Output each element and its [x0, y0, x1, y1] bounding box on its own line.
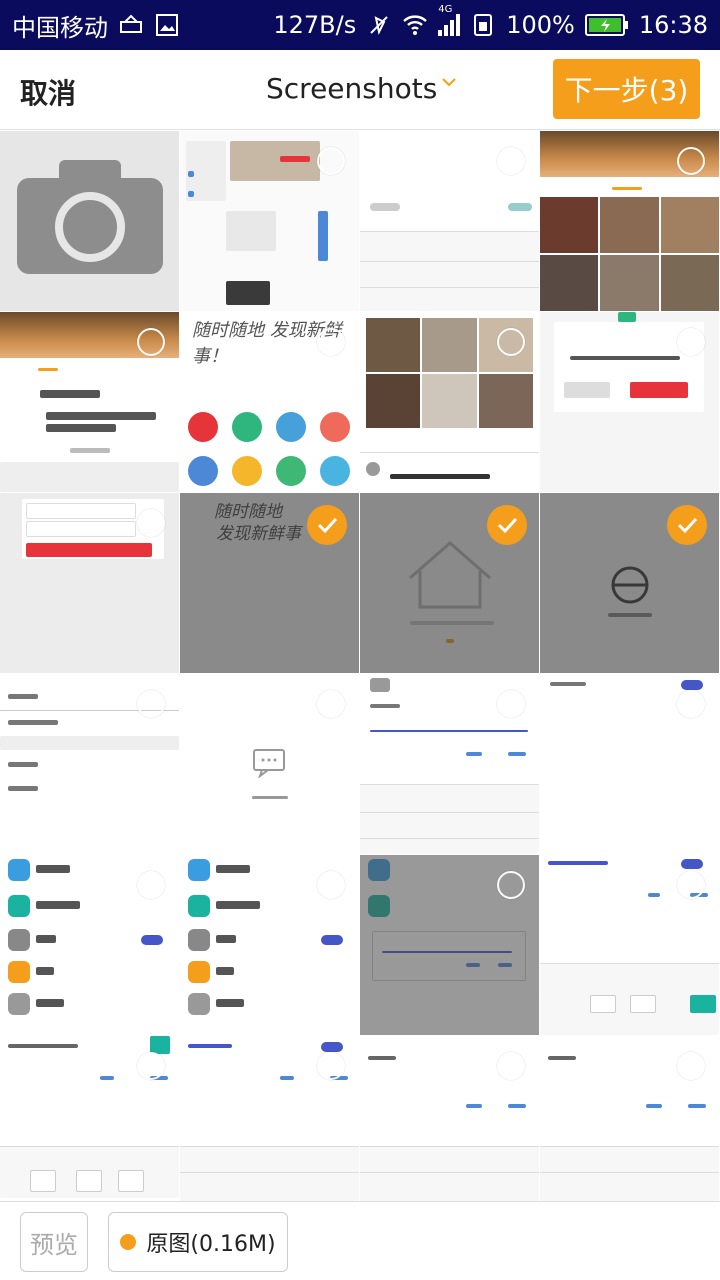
select-circle[interactable]	[497, 1052, 525, 1080]
original-image-toggle[interactable]: 原图(0.16M)	[108, 1212, 288, 1272]
image-icon	[156, 14, 178, 36]
carrier-name: 中国移动	[12, 13, 108, 42]
radio-dot-icon	[120, 1234, 137, 1250]
photo-thumbnail[interactable]	[360, 1036, 539, 1216]
select-circle[interactable]	[317, 1052, 345, 1080]
next-step-button[interactable]: 下一步(3)	[553, 59, 700, 119]
mute-icon	[370, 16, 388, 35]
select-circle[interactable]	[497, 147, 525, 175]
photo-thumbnail[interactable]	[540, 131, 719, 311]
photo-thumbnail[interactable]	[540, 674, 719, 854]
select-circle[interactable]	[137, 1052, 165, 1080]
photo-thumbnail[interactable]	[360, 855, 539, 1035]
photo-thumbnail[interactable]	[540, 1036, 719, 1216]
selected-check-icon[interactable]	[307, 505, 347, 545]
notification-icon	[120, 14, 142, 33]
photo-thumbnail[interactable]	[360, 674, 539, 854]
photo-thumbnail[interactable]	[180, 674, 359, 854]
photo-thumbnail[interactable]	[0, 312, 179, 492]
photo-thumbnail[interactable]	[360, 312, 539, 492]
select-circle[interactable]	[677, 871, 705, 899]
photo-thumbnail[interactable]	[180, 131, 359, 311]
album-name: Screenshots	[266, 72, 438, 105]
select-circle[interactable]	[677, 1052, 705, 1080]
photo-thumbnail[interactable]	[0, 493, 179, 673]
cancel-button[interactable]: 取消	[20, 72, 76, 112]
selected-check-icon[interactable]	[667, 505, 707, 545]
photo-thumbnail-selected[interactable]	[540, 493, 719, 673]
preview-button[interactable]: 预览	[20, 1212, 88, 1272]
album-selector[interactable]: Screenshots	[266, 72, 457, 105]
select-circle[interactable]	[137, 509, 165, 537]
photo-thumbnail-selected[interactable]	[360, 493, 539, 673]
select-circle[interactable]	[137, 328, 165, 356]
chevron-down-icon	[442, 77, 457, 86]
network-type: 4G	[438, 4, 453, 15]
photo-thumbnail[interactable]	[180, 855, 359, 1035]
select-circle[interactable]	[317, 147, 345, 175]
camera-tile[interactable]	[0, 131, 179, 311]
select-circle[interactable]	[317, 871, 345, 899]
photo-thumbnail[interactable]	[0, 1036, 179, 1216]
select-circle[interactable]	[317, 690, 345, 718]
clock: 16:38	[638, 11, 708, 39]
photo-thumbnail[interactable]	[540, 855, 719, 1035]
sim-icon	[474, 14, 493, 36]
select-circle[interactable]	[497, 328, 525, 356]
selected-check-icon[interactable]	[487, 505, 527, 545]
network-speed: 127B/s	[273, 11, 357, 39]
select-circle[interactable]	[497, 690, 525, 718]
select-circle[interactable]	[677, 328, 705, 356]
photo-thumbnail[interactable]	[0, 674, 179, 854]
select-circle[interactable]	[137, 690, 165, 718]
photo-thumbnail[interactable]	[360, 131, 539, 311]
bottom-bar: 预览 原图(0.16M)	[0, 1201, 720, 1280]
camera-icon	[16, 160, 163, 274]
photo-grid: 随时随地 发现新鲜事！	[0, 131, 720, 1216]
select-circle[interactable]	[677, 690, 705, 718]
select-circle[interactable]	[497, 871, 525, 899]
signal-icon: 4G	[438, 4, 461, 36]
select-circle[interactable]	[137, 871, 165, 899]
original-image-label: 原图(0.16M)	[146, 1232, 276, 1257]
wifi-icon	[403, 15, 428, 35]
photo-thumbnail[interactable]	[540, 312, 719, 492]
select-circle[interactable]	[677, 147, 705, 175]
photo-thumbnail-selected[interactable]: 随时随地 发现新鲜事	[180, 493, 359, 673]
battery-icon	[584, 14, 628, 36]
select-circle[interactable]	[317, 328, 345, 356]
photo-thumbnail[interactable]	[180, 1036, 359, 1216]
battery-percent: 100%	[506, 11, 575, 39]
photo-thumbnail[interactable]: 随时随地 发现新鲜事！	[180, 312, 359, 492]
status-bar: 中国移动 127B/s 4G 100% 16:38	[0, 0, 720, 50]
top-nav: 取消 Screenshots 下一步(3)	[0, 50, 720, 130]
photo-thumbnail[interactable]	[0, 855, 179, 1035]
